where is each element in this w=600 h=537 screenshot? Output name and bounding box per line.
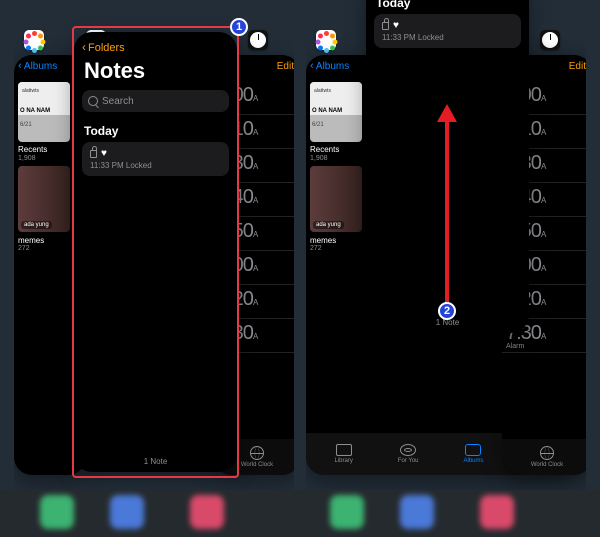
- app-chip-photos[interactable]: [24, 30, 44, 50]
- lock-icon: [90, 150, 97, 158]
- photos-icon: [24, 30, 44, 50]
- notes-group-today: Today: [74, 112, 237, 142]
- app-chip-photos[interactable]: [316, 30, 336, 50]
- app-chip-clock[interactable]: [248, 30, 268, 50]
- photos-caption-memes: memes 272: [18, 236, 82, 252]
- photos-thumb-recents[interactable]: alattwts O NA NAM 6/21: [18, 82, 70, 142]
- note-subtitle: 11:33 PM Locked: [90, 161, 221, 170]
- photos-caption-memes: memes 272: [310, 236, 362, 252]
- tab-albums[interactable]: Albums: [463, 444, 483, 464]
- clock-tabbar: World Clock: [502, 439, 586, 475]
- chevron-left-icon: ‹: [82, 40, 86, 54]
- world-clock-tab[interactable]: World Clock: [241, 446, 273, 468]
- screenshot-right: ‹ Albums alattwts O NA NAM 6/21 Recents …: [306, 0, 586, 490]
- notes-group-today: Today: [366, 0, 529, 14]
- note-title: ♥: [393, 20, 399, 31]
- notes-back-button[interactable]: ‹Folders: [74, 32, 237, 54]
- photos-thumb-memes[interactable]: ada yung: [18, 166, 70, 232]
- albums-icon: [465, 444, 481, 456]
- note-item[interactable]: ♥ 11:33 PM Locked: [82, 142, 229, 176]
- clock-icon: [540, 30, 560, 50]
- swipe-arrow: [445, 120, 449, 310]
- note-subtitle: 11:33 PM Locked: [382, 33, 513, 42]
- search-icon: [88, 96, 98, 106]
- clock-icon: [248, 30, 268, 50]
- alarm-label: Alarm: [506, 343, 586, 350]
- for-you-icon: [400, 444, 416, 456]
- photos-caption-recents: Recents 1,908: [18, 146, 82, 162]
- lock-icon: [382, 22, 389, 30]
- notes-footer-count: 1 Note: [74, 457, 237, 466]
- tab-for-you[interactable]: For You: [398, 444, 419, 464]
- library-icon: [336, 444, 352, 456]
- notes-search-placeholder: Search: [102, 96, 134, 107]
- notes-title: Notes: [74, 54, 237, 90]
- note-title: ♥: [101, 148, 107, 159]
- swipe-arrow-head: [437, 104, 457, 122]
- tab-library[interactable]: Library: [334, 444, 352, 464]
- photos-thumb-memes[interactable]: ada yung: [310, 166, 362, 232]
- notes-search-field[interactable]: Search: [82, 90, 229, 112]
- photos-thumb-recents[interactable]: alattwts O NA NAM 6/21: [310, 82, 362, 142]
- app-chip-clock[interactable]: [540, 30, 560, 50]
- globe-icon: [540, 446, 554, 460]
- photos-caption-recents: Recents 1,908: [310, 146, 362, 162]
- notes-app-card[interactable]: ‹Folders Notes Search Today ♥ 11:33 PM L…: [74, 32, 237, 472]
- annotation-badge-1: 1: [230, 18, 248, 36]
- note-item[interactable]: ♥ 11:33 PM Locked: [374, 14, 521, 48]
- globe-icon: [250, 446, 264, 460]
- dock-blur: [0, 490, 600, 537]
- screenshot-left: Notes ‹ Albums alattwts O NA NAM 6/21 Re…: [14, 0, 294, 490]
- photos-icon: [316, 30, 336, 50]
- annotation-badge-2: 2: [438, 302, 456, 320]
- world-clock-tab[interactable]: World Clock: [531, 446, 563, 468]
